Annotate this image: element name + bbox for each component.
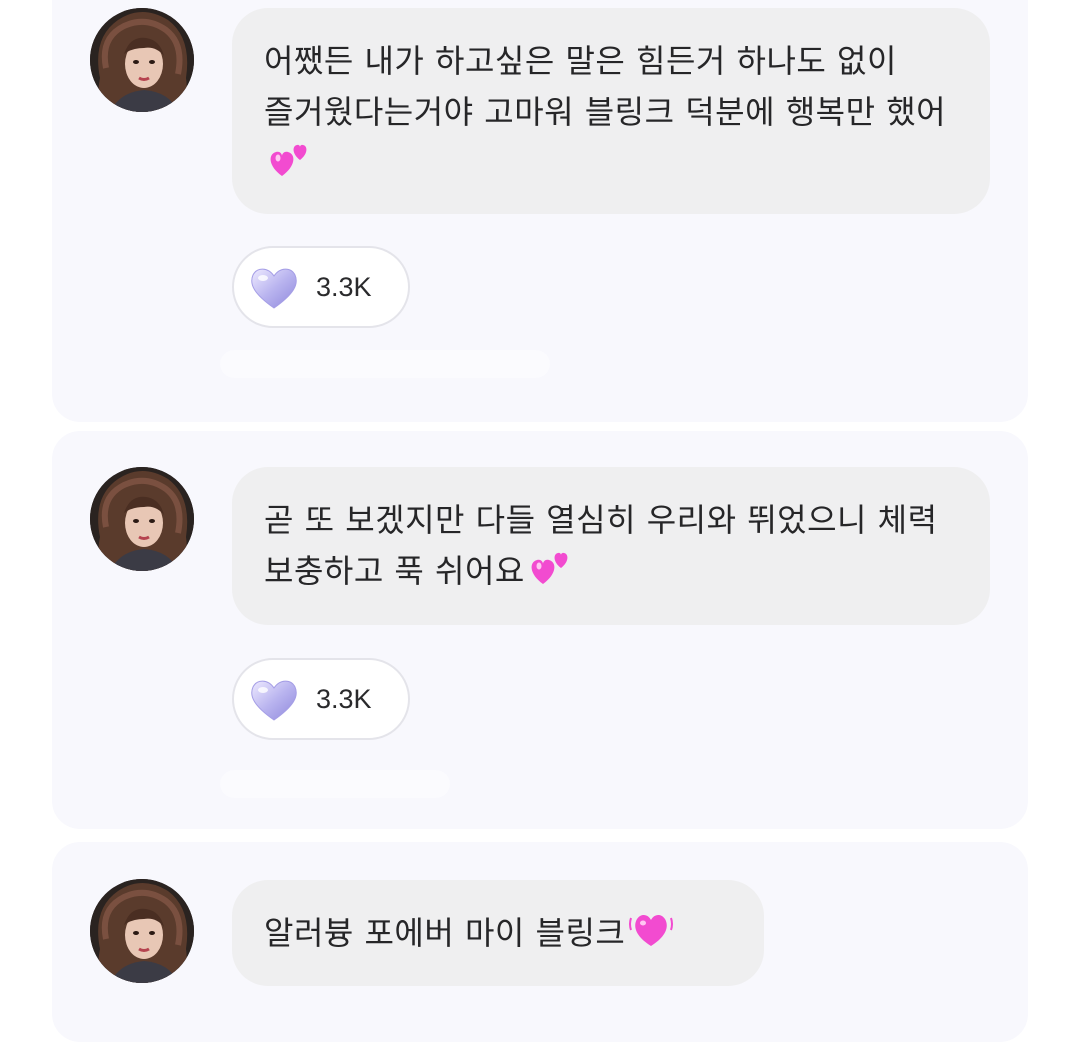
crystal-heart-icon (251, 268, 297, 309)
crystal-heart-icon (251, 680, 297, 721)
reaction-count: 3.3K (316, 683, 372, 714)
avatar[interactable] (90, 467, 194, 571)
reaction-button[interactable]: 3.3K (232, 246, 410, 328)
faded-text-placeholder (220, 350, 550, 378)
avatar[interactable] (90, 8, 194, 112)
message-bubble: 어쨌든 내가 하고싶은 말은 힘든거 하나도 없이 즐거웠다는거야 고마워 블링… (232, 8, 990, 214)
avatar[interactable] (90, 879, 194, 983)
faded-text-placeholder (220, 770, 450, 798)
message-text: 어쨌든 내가 하고싶은 말은 힘든거 하나도 없이 즐거웠다는거야 고마워 블링… (264, 42, 947, 131)
two-hearts-icon (529, 548, 575, 601)
message-text: 곧 또 보겠지만 다들 열심히 우리와 뛰었으니 체력 보충하고 푹 쉬어요 (264, 501, 938, 590)
beating-heart-icon (629, 910, 674, 963)
reaction-button[interactable]: 3.3K (232, 658, 410, 740)
message-text: 알러븅 포에버 마이 블링크 (264, 914, 626, 952)
message-bubble: 알러븅 포에버 마이 블링크 (232, 880, 764, 986)
message-bubble: 곧 또 보겠지만 다들 열심히 우리와 뛰었으니 체력 보충하고 푹 쉬어요 (232, 467, 990, 625)
reaction-count: 3.3K (316, 271, 372, 302)
two-hearts-icon (268, 140, 314, 193)
